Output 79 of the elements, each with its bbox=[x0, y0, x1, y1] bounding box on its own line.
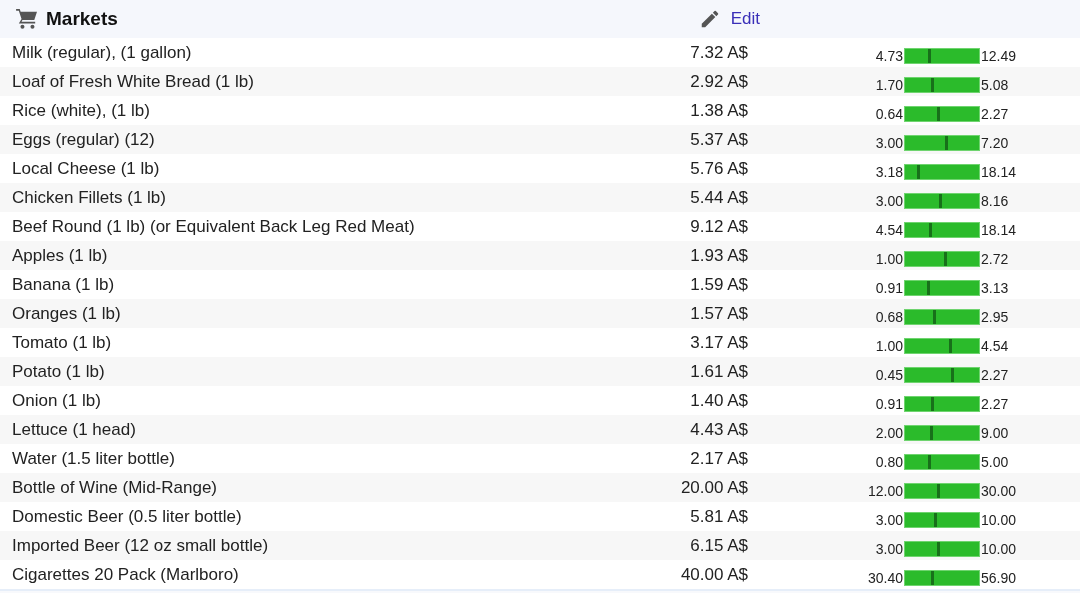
item-price: 20.00 A$ bbox=[679, 477, 748, 498]
item-name: Eggs (regular) (12) bbox=[11, 129, 156, 150]
item-price: 2.92 A$ bbox=[689, 71, 748, 92]
item-price: 40.00 A$ bbox=[679, 564, 748, 585]
range-max: 2.95 bbox=[981, 308, 1009, 325]
range-min: 12.00 bbox=[866, 482, 903, 499]
range-max: 18.14 bbox=[981, 221, 1017, 238]
item-price: 5.44 A$ bbox=[689, 187, 748, 208]
item-price: 9.12 A$ bbox=[689, 216, 748, 237]
range-min: 3.00 bbox=[874, 540, 903, 557]
item-name: Oranges (1 lb) bbox=[11, 303, 122, 324]
item-name: Beef Round (1 lb) (or Equivalent Back Leg Red Meat) bbox=[11, 216, 416, 237]
item-name: Tomato (1 lb) bbox=[11, 332, 113, 353]
item-price: 3.17 A$ bbox=[689, 332, 748, 353]
range-max: 5.08 bbox=[981, 76, 1009, 93]
shopping-cart-icon bbox=[16, 9, 38, 29]
item-name: Rice (white), (1 lb) bbox=[11, 100, 151, 121]
edit-link[interactable]: Edit bbox=[730, 9, 760, 29]
item-price: 1.40 A$ bbox=[689, 390, 748, 411]
item-name: Lettuce (1 head) bbox=[11, 419, 137, 440]
item-price: 2.17 A$ bbox=[689, 448, 748, 469]
range-max: 2.72 bbox=[981, 250, 1009, 267]
range-min: 3.00 bbox=[874, 134, 903, 151]
item-name: Milk (regular), (1 gallon) bbox=[11, 42, 193, 63]
range-max: 2.27 bbox=[981, 395, 1009, 412]
range-min: 3.18 bbox=[874, 163, 903, 180]
item-price: 1.59 A$ bbox=[689, 274, 748, 295]
item-price: 6.15 A$ bbox=[689, 535, 748, 556]
range-min: 3.00 bbox=[874, 192, 903, 209]
range-max: 2.27 bbox=[981, 366, 1009, 383]
range-max: 2.27 bbox=[981, 105, 1009, 122]
item-price: 1.93 A$ bbox=[689, 245, 748, 266]
range-max: 8.16 bbox=[981, 192, 1009, 209]
item-name: Bottle of Wine (Mid-Range) bbox=[11, 477, 219, 498]
range-min: 3.00 bbox=[874, 511, 903, 528]
range-min: 1.70 bbox=[874, 76, 903, 93]
item-price: 5.76 A$ bbox=[689, 158, 748, 179]
range-max: 30.00 bbox=[981, 482, 1017, 499]
item-name: Banana (1 lb) bbox=[11, 274, 116, 295]
range-max: 4.54 bbox=[981, 337, 1009, 354]
range-max: 10.00 bbox=[981, 511, 1017, 528]
item-price: 4.43 A$ bbox=[689, 419, 748, 440]
range-max: 56.90 bbox=[981, 569, 1017, 586]
range-min: 1.00 bbox=[874, 250, 903, 267]
item-name: Potato (1 lb) bbox=[11, 361, 106, 382]
item-price: 1.61 A$ bbox=[689, 361, 748, 382]
range-max: 3.13 bbox=[981, 279, 1009, 296]
item-name: Domestic Beer (0.5 liter bottle) bbox=[11, 506, 243, 527]
range-min: 30.40 bbox=[866, 569, 903, 586]
range-min: 0.45 bbox=[874, 366, 903, 383]
item-name: Loaf of Fresh White Bread (1 lb) bbox=[11, 71, 255, 92]
section-title: Markets bbox=[46, 8, 118, 30]
item-price: 5.37 A$ bbox=[689, 129, 748, 150]
range-min: 2.00 bbox=[874, 424, 903, 441]
item-price: 1.57 A$ bbox=[689, 303, 748, 324]
range-min: 4.73 bbox=[874, 47, 903, 64]
item-name: Water (1.5 liter bottle) bbox=[11, 448, 176, 469]
item-price: 7.32 A$ bbox=[689, 42, 748, 63]
item-price: 1.38 A$ bbox=[689, 100, 748, 121]
item-name: Local Cheese (1 lb) bbox=[11, 158, 161, 179]
item-name: Cigarettes 20 Pack (Marlboro) bbox=[11, 564, 240, 585]
item-name: Chicken Fillets (1 lb) bbox=[11, 187, 167, 208]
range-min: 0.80 bbox=[874, 453, 903, 470]
range-min: 1.00 bbox=[874, 337, 903, 354]
range-max: 12.49 bbox=[981, 47, 1017, 64]
item-name: Onion (1 lb) bbox=[11, 390, 102, 411]
item-name: Imported Beer (12 oz small bottle) bbox=[11, 535, 270, 556]
item-price: 5.81 A$ bbox=[689, 506, 748, 527]
range-max: 10.00 bbox=[981, 540, 1017, 557]
range-max: 5.00 bbox=[981, 453, 1009, 470]
range-max: 7.20 bbox=[981, 134, 1009, 151]
range-min: 0.91 bbox=[874, 279, 903, 296]
range-min: 0.68 bbox=[874, 308, 903, 325]
range-min: 0.91 bbox=[874, 395, 903, 412]
range-max: 9.00 bbox=[981, 424, 1009, 441]
range-min: 0.64 bbox=[874, 105, 903, 122]
item-name: Apples (1 lb) bbox=[11, 245, 109, 266]
range-max: 18.14 bbox=[981, 163, 1017, 180]
range-min: 4.54 bbox=[874, 221, 903, 238]
